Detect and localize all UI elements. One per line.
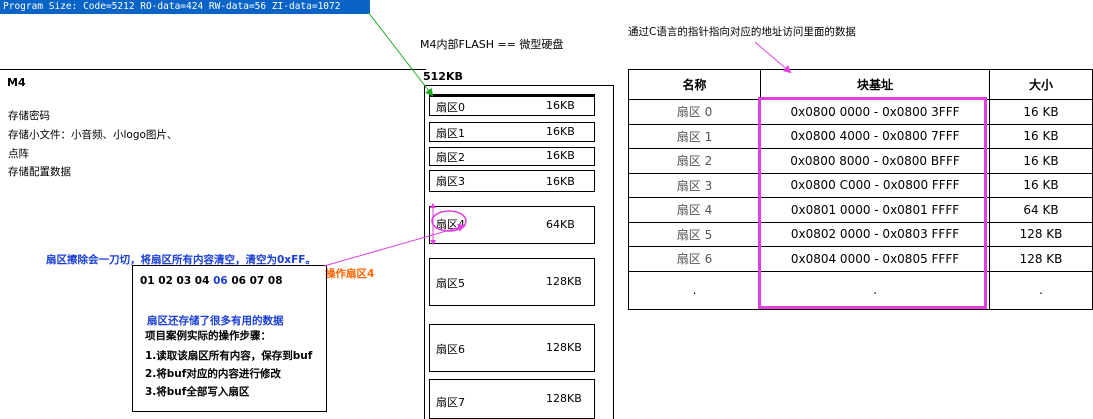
magenta-arrow-sector4 [323,223,466,267]
magenta-marker-top [430,203,436,208]
annotation-arrows [323,11,792,267]
magenta-arrow-top [754,41,792,74]
magenta-marker-bottom [430,240,436,245]
green-arrow [367,11,434,97]
sector4-circle [431,210,467,232]
